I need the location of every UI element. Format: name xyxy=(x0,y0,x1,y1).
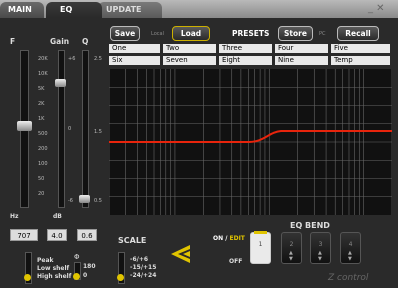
band-3-arrows-icon: ▲ ▼ xyxy=(318,250,322,262)
mode-edit[interactable]: EDIT xyxy=(230,235,245,242)
preset-nine[interactable]: Nine xyxy=(275,56,328,65)
phase-icon: Φ xyxy=(74,253,80,261)
tab-eq[interactable]: EQ xyxy=(46,2,102,18)
freq-tick: 500 xyxy=(38,131,48,137)
filter-high-shelf[interactable]: High shelf xyxy=(37,273,71,280)
freq-tick: 2K xyxy=(38,101,45,107)
q-tick-max: 2.5 xyxy=(94,56,102,62)
eq-bend-label: EQ BEND xyxy=(290,221,330,230)
f-value-field[interactable]: 707 xyxy=(10,229,38,241)
phase-knob[interactable] xyxy=(73,273,80,280)
f-slider-handle[interactable] xyxy=(17,121,32,131)
q-value-field[interactable]: 0.6 xyxy=(77,229,97,241)
preset-five[interactable]: Five xyxy=(331,44,390,53)
gain-tick-min: -6 xyxy=(68,198,73,204)
freq-tick: 200 xyxy=(38,146,48,152)
band-2-arrows-icon: ▲ ▼ xyxy=(289,250,293,262)
save-button[interactable]: Save xyxy=(110,26,140,41)
freq-tick: 100 xyxy=(38,161,48,167)
gain-slider-handle[interactable] xyxy=(55,79,66,87)
preset-seven[interactable]: Seven xyxy=(163,56,216,65)
band-1-indicator xyxy=(254,231,267,234)
mode-on-edit: ON / EDIT xyxy=(213,235,245,242)
preset-six[interactable]: Six xyxy=(109,56,160,65)
gain-value-field[interactable]: 4.0 xyxy=(47,229,67,241)
preset-temp[interactable]: Temp xyxy=(331,56,390,65)
scale-6[interactable]: -6/+6 xyxy=(130,256,148,263)
store-button[interactable]: Store xyxy=(278,26,313,41)
phase-180[interactable]: 180 xyxy=(83,263,96,270)
gain-slider-track[interactable] xyxy=(58,50,65,208)
band-4-label: 4 xyxy=(348,241,353,248)
preset-one[interactable]: One xyxy=(109,44,160,53)
freq-tick: 5K xyxy=(38,86,45,92)
tab-bar: MAIN UPDATE EQ _ ✕ xyxy=(0,0,398,18)
gain-tick-max: +6 xyxy=(68,56,76,62)
band-3-button[interactable]: 3 ▲ ▼ xyxy=(310,232,331,264)
recall-button[interactable]: Recall xyxy=(337,26,379,41)
local-label: Local xyxy=(151,31,164,37)
q-slider-track[interactable] xyxy=(82,50,89,208)
f-unit: Hz xyxy=(10,213,19,220)
scale-knob[interactable] xyxy=(117,274,124,281)
preset-four[interactable]: Four xyxy=(275,44,328,53)
pc-label: PC xyxy=(319,31,326,37)
preset-three[interactable]: Three xyxy=(219,44,272,53)
band-4-button[interactable]: 4 ▲ ▼ xyxy=(340,232,361,264)
scale-24[interactable]: -24/+24 xyxy=(130,272,156,279)
brand-logo: Z control xyxy=(328,273,369,283)
gain-tick-zero: 0 xyxy=(68,126,72,132)
band-1-label: 1 xyxy=(258,241,263,248)
preset-two[interactable]: Two xyxy=(163,44,216,53)
freq-tick: 20K xyxy=(38,56,48,62)
f-label: F xyxy=(10,37,16,46)
window-controls[interactable]: _ ✕ xyxy=(368,3,385,14)
mode-off[interactable]: OFF xyxy=(229,258,242,265)
freq-tick: 20 xyxy=(38,191,45,197)
scale-15[interactable]: -15/+15 xyxy=(130,264,156,271)
gain-unit: dB xyxy=(53,213,62,220)
filter-type-knob[interactable] xyxy=(24,274,31,281)
gain-label: Gain xyxy=(50,37,70,46)
band-2-label: 2 xyxy=(289,241,294,248)
band-1-button[interactable]: 1 xyxy=(250,231,271,264)
filter-low-shelf[interactable]: Low shelf xyxy=(37,265,69,272)
eq-curve xyxy=(109,130,392,143)
presets-heading: PRESETS xyxy=(232,29,270,38)
preset-eight[interactable]: Eight xyxy=(219,56,272,65)
phase-0[interactable]: 0 xyxy=(83,272,87,279)
load-button[interactable]: Load xyxy=(172,26,210,41)
mode-on[interactable]: ON xyxy=(213,235,223,242)
band-2-button[interactable]: 2 ▲ ▼ xyxy=(281,232,302,264)
freq-tick: 50 xyxy=(38,176,45,182)
freq-tick: 1K xyxy=(38,116,45,122)
tab-main[interactable]: MAIN xyxy=(0,2,44,18)
q-slider-handle[interactable] xyxy=(79,195,90,203)
freq-tick: 10K xyxy=(38,71,48,77)
filter-peak[interactable]: Peak xyxy=(37,257,54,264)
q-label: Q xyxy=(82,37,89,46)
back-arrow-icon[interactable] xyxy=(168,243,192,265)
eq-response-graph[interactable] xyxy=(109,69,392,215)
q-tick-mid: 1.5 xyxy=(94,129,102,135)
tab-update[interactable]: UPDATE xyxy=(98,2,162,18)
band-3-label: 3 xyxy=(318,241,323,248)
band-4-arrows-icon: ▲ ▼ xyxy=(348,250,352,262)
q-tick-min: 0.5 xyxy=(94,198,102,204)
scale-label: SCALE xyxy=(118,236,147,245)
